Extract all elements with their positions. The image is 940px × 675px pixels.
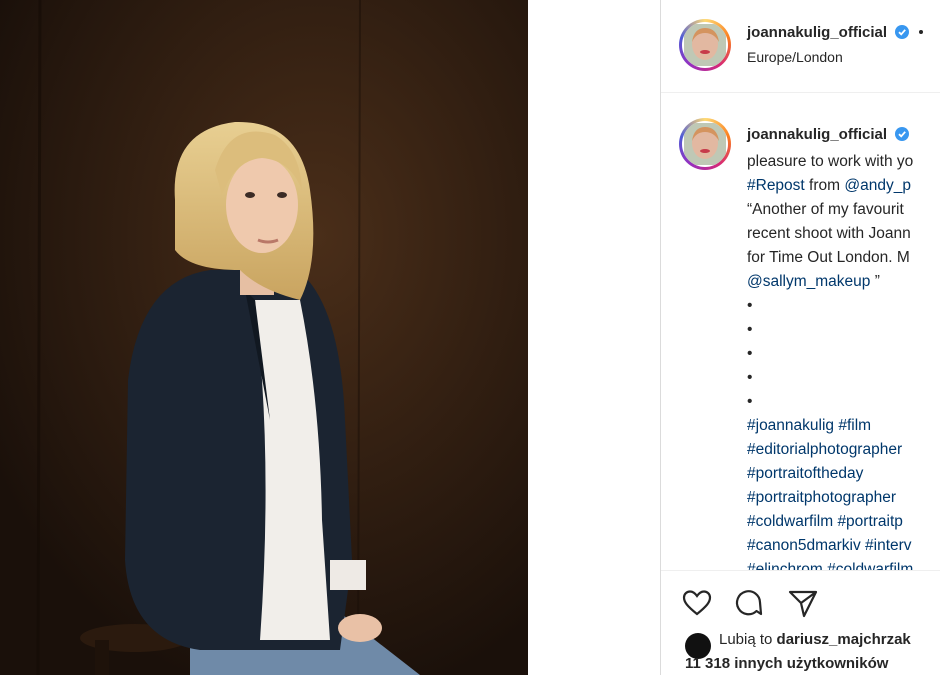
caption-text-span: •	[747, 369, 753, 386]
paper-plane-icon[interactable]	[787, 587, 819, 619]
hashtag-link[interactable]: #editorialphotographer	[747, 441, 902, 458]
caption-line: #portraitphotographer	[747, 486, 940, 510]
caption-text-span: ”	[870, 273, 880, 290]
caption-text-span: from	[804, 177, 845, 194]
hashtag-link[interactable]: #Repost	[747, 177, 805, 194]
caption-text-span: pleasure to work with yo	[747, 153, 914, 170]
caption-line: #editorialphotographer	[747, 438, 940, 462]
likes-summary: Lubią to dariusz_majchrzak	[719, 631, 911, 648]
caption-text-span: •	[747, 321, 753, 338]
caption-text-span: for Time Out London. M	[747, 249, 910, 266]
caption-text: pleasure to work with yo #Repost from @an…	[747, 150, 940, 582]
hashtag-link[interactable]: #portraitphotographer	[747, 489, 896, 506]
caption-line: #portraitoftheday	[747, 462, 940, 486]
verified-badge-icon	[895, 25, 910, 39]
caption-text-span: •	[747, 345, 753, 362]
caption-line: •	[747, 342, 940, 366]
avatar-face-icon	[684, 123, 726, 165]
mention-link[interactable]: @andy_p	[844, 177, 911, 194]
avatar[interactable]	[679, 19, 731, 71]
post-sidebar: joannakulig_official Europe/London joann…	[660, 0, 940, 675]
header-username[interactable]: joannakulig_official	[747, 24, 924, 41]
caption-username[interactable]: joannakulig_official	[747, 126, 910, 143]
caption-line: recent shoot with Joann	[747, 222, 940, 246]
post-header: joannakulig_official Europe/London	[661, 0, 940, 93]
location-link[interactable]: Europe/London	[747, 49, 843, 65]
caption-text-span: recent shoot with Joann	[747, 225, 911, 242]
caption-line: #Repost from @andy_p	[747, 174, 940, 198]
likes-prefix: Lubią to	[719, 631, 777, 648]
caption-username-text[interactable]: joannakulig_official	[747, 126, 887, 143]
avatar-image	[682, 22, 728, 68]
liker-username[interactable]: dariusz_majchrzak	[777, 631, 911, 648]
hashtag-link[interactable]: #canon5dmarkiv #interv	[747, 537, 912, 554]
hashtag-link[interactable]: #portraitoftheday	[747, 465, 863, 482]
header-username-text[interactable]: joannakulig_official	[747, 24, 887, 41]
caption-avatar[interactable]	[679, 118, 731, 170]
caption-line: for Time Out London. M	[747, 246, 940, 270]
caption-line: @sallym_makeup ”	[747, 270, 940, 294]
panel-gap	[528, 0, 660, 675]
caption-line: #coldwarfilm #portraitp	[747, 510, 940, 534]
photo-portrait	[0, 0, 528, 675]
caption-line: •	[747, 294, 940, 318]
caption-line: •	[747, 366, 940, 390]
hashtag-link[interactable]: #joannakulig #film	[747, 417, 871, 434]
caption-avatar-image	[682, 121, 728, 167]
likes-count[interactable]: 11 318 innych użytkowników	[685, 655, 888, 672]
more-dot-icon[interactable]	[919, 30, 924, 34]
caption-line: •	[747, 390, 940, 414]
heart-icon[interactable]	[681, 587, 713, 619]
caption-text-span: “Another of my favourit	[747, 201, 904, 218]
caption-line: •	[747, 318, 940, 342]
post-photo[interactable]	[0, 0, 528, 675]
caption-text-span: •	[747, 297, 753, 314]
caption-line: “Another of my favourit	[747, 198, 940, 222]
avatar-face-icon	[684, 24, 726, 66]
caption-line: #canon5dmarkiv #interv	[747, 534, 940, 558]
post-actions: Lubią to dariusz_majchrzak 11 318 innych…	[661, 570, 940, 675]
hashtag-link[interactable]: #coldwarfilm #portraitp	[747, 513, 903, 530]
hashtag-link[interactable]: @sallym_makeup	[747, 273, 870, 290]
caption-line: pleasure to work with yo	[747, 150, 940, 174]
verified-badge-icon	[895, 127, 910, 141]
caption-text-span: •	[747, 393, 753, 410]
comment-icon[interactable]	[733, 587, 765, 619]
caption-line: #joannakulig #film	[747, 414, 940, 438]
